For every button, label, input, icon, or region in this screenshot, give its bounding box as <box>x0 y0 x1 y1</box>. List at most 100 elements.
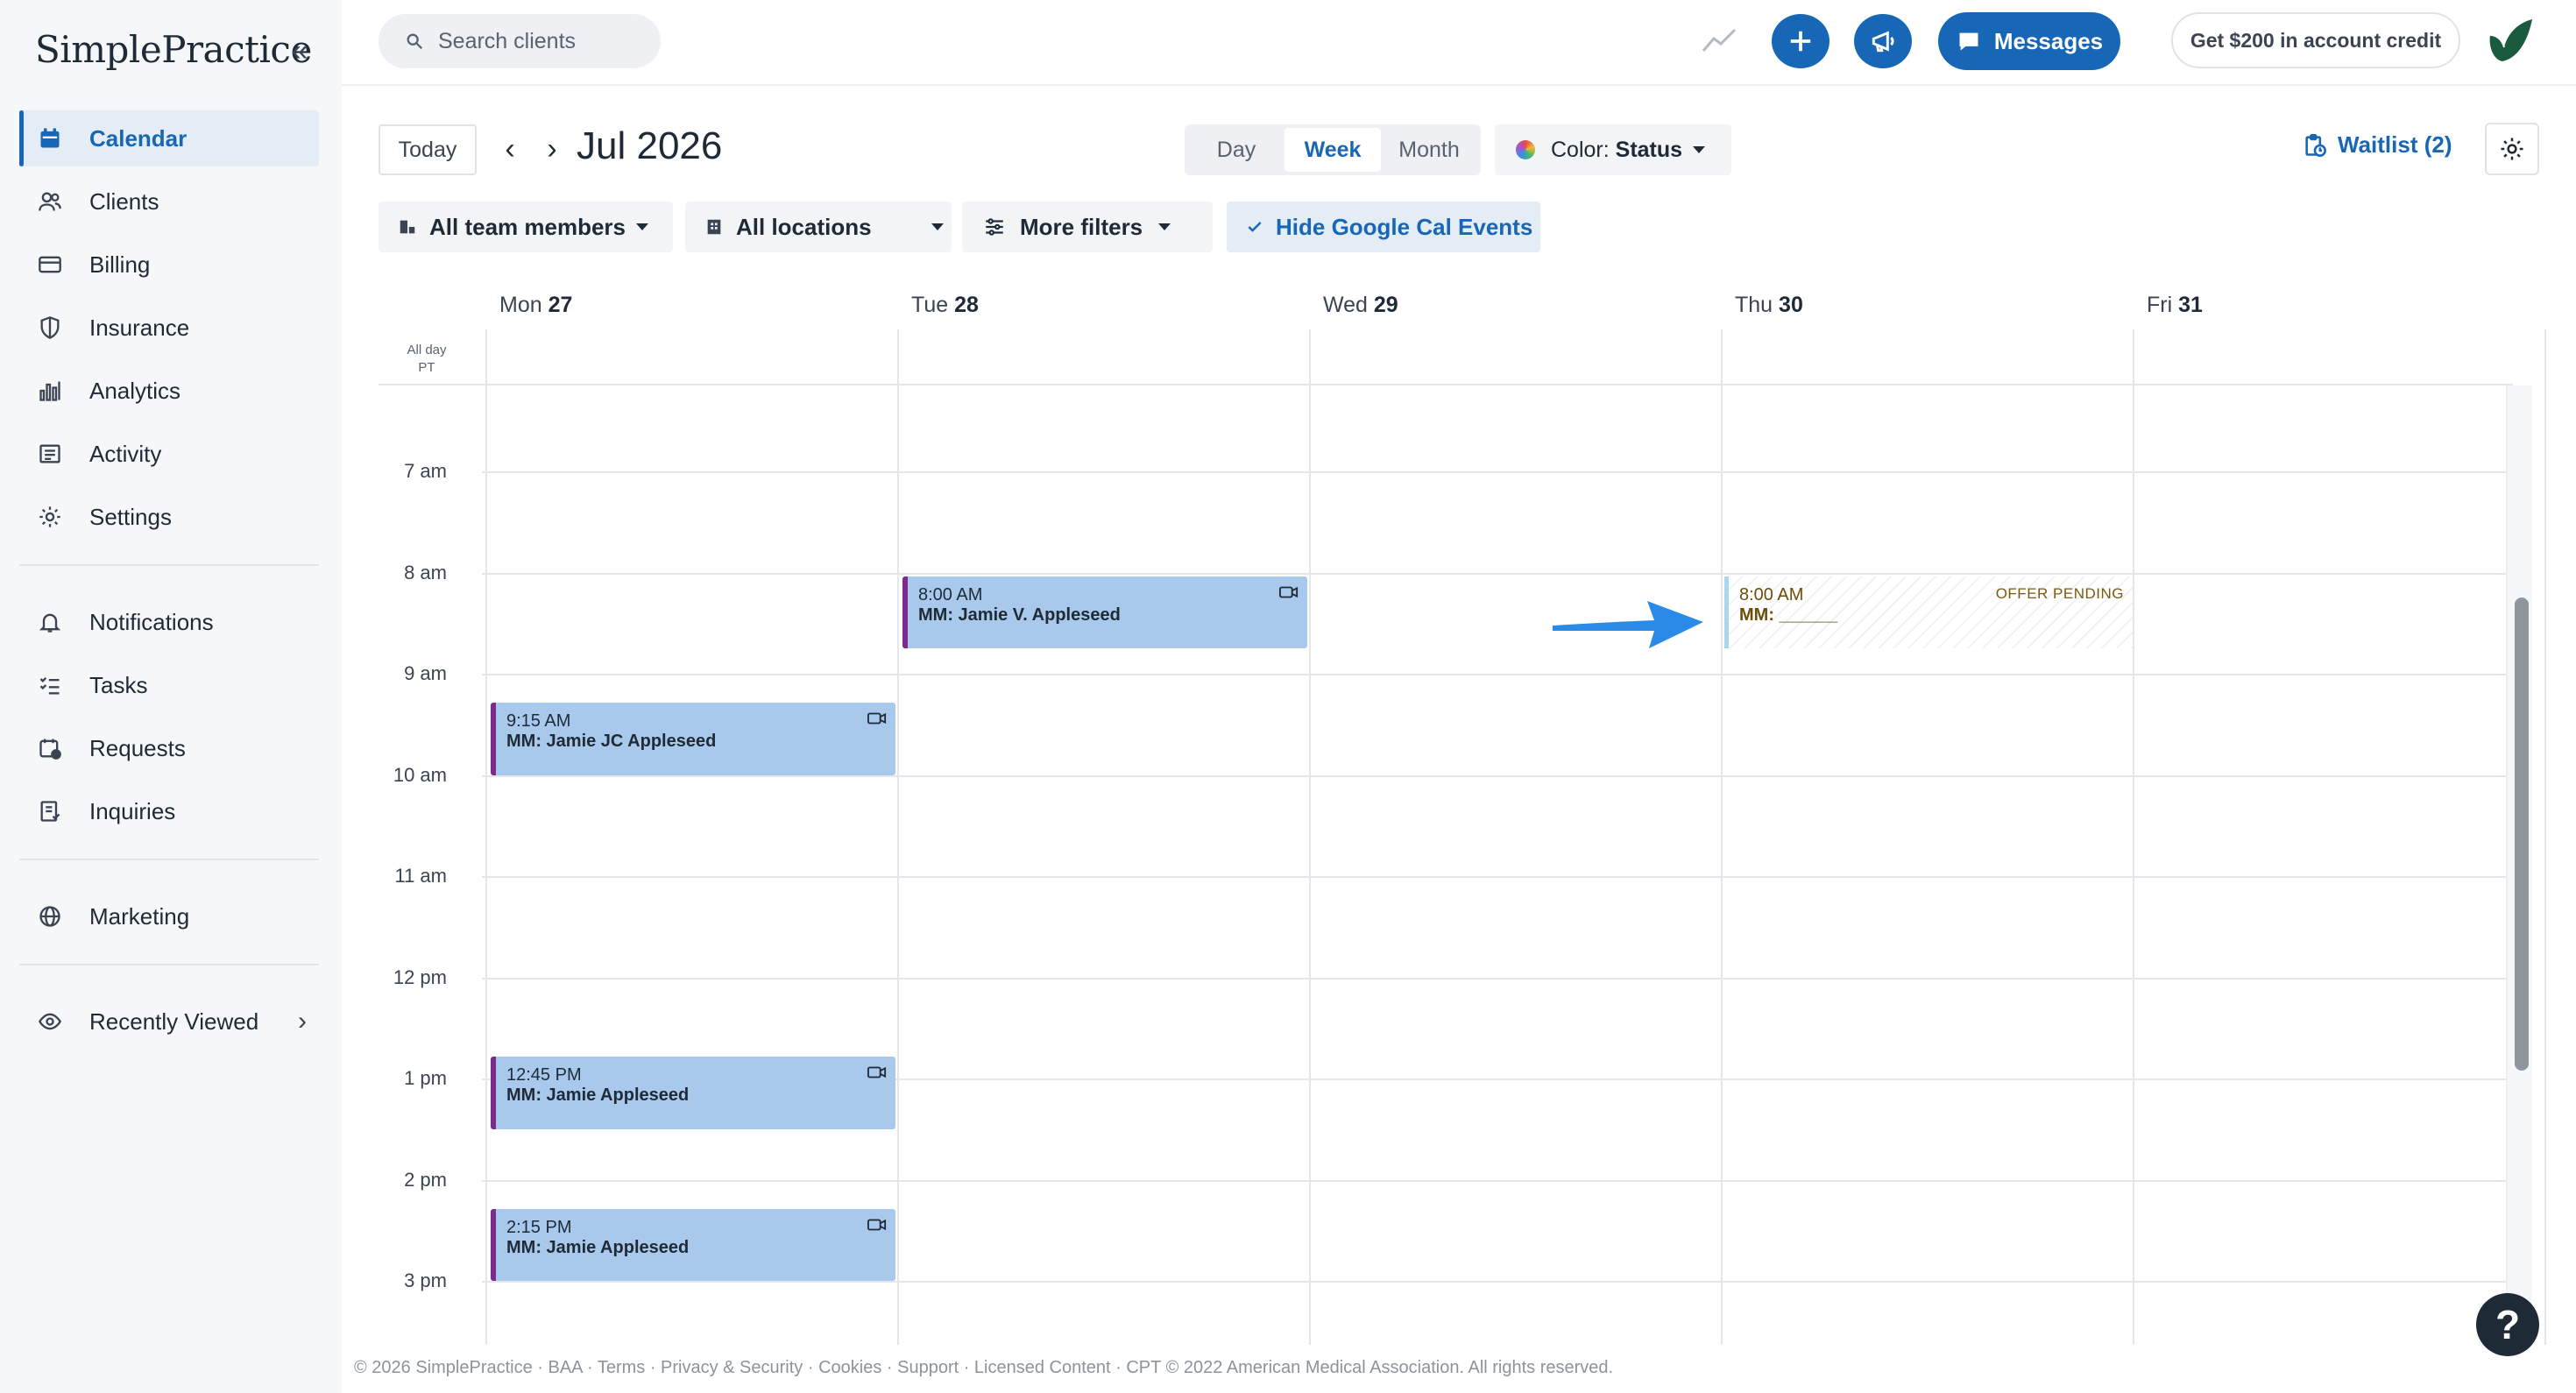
sidebar-item-insurance[interactable]: Insurance <box>19 300 319 356</box>
hour-line <box>482 1281 2506 1283</box>
sidebar-item-requests[interactable]: Requests <box>19 720 319 776</box>
view-week-button[interactable]: Week <box>1284 128 1381 172</box>
sidebar-item-settings[interactable]: Settings <box>19 489 319 545</box>
day-header-thu[interactable]: Thu 30 <box>1735 293 1803 318</box>
hour-label: 3 pm <box>404 1269 447 1292</box>
gear-icon <box>35 502 65 532</box>
day-header-fri[interactable]: Fri 31 <box>2147 293 2203 318</box>
sidebar-item-notifications[interactable]: Notifications <box>19 594 319 650</box>
period-title: Jul 2026 <box>577 124 723 167</box>
sidebar-divider <box>19 859 319 860</box>
hour-line <box>482 674 2506 676</box>
search-input[interactable] <box>438 28 648 54</box>
sidebar-item-marketing[interactable]: Marketing <box>19 888 319 944</box>
sidebar-item-label: Notifications <box>89 608 214 635</box>
sidebar-item-label: Inquiries <box>89 797 176 824</box>
sidebar-item-analytics[interactable]: Analytics <box>19 363 319 419</box>
scrollbar-thumb[interactable] <box>2515 598 2529 1071</box>
simplepractice-logo[interactable]: SimplePractice <box>35 28 312 71</box>
trend-icon[interactable] <box>1700 23 1738 58</box>
all-day-divider <box>379 384 2513 385</box>
pointer-arrow-icon <box>1553 600 1703 648</box>
credit-card-icon <box>35 250 65 279</box>
team-icon <box>400 220 415 234</box>
color-prefix: Color: <box>1551 137 1616 162</box>
bar-chart-icon <box>35 376 65 406</box>
appointment-event[interactable]: 9:15 AM MM: Jamie JC Appleseed <box>491 703 895 775</box>
hour-label: 2 pm <box>404 1168 447 1191</box>
hour-line <box>482 1179 2506 1182</box>
sidebar-item-label: Billing <box>89 251 151 278</box>
hour-label: 8 am <box>404 561 447 583</box>
event-time: 12:45 PM <box>506 1065 582 1085</box>
sidebar-item-label: Settings <box>89 503 172 530</box>
sidebar-item-calendar[interactable]: Calendar <box>19 110 319 166</box>
hide-google-events-toggle[interactable]: Hide Google Cal Events <box>1227 202 1540 252</box>
search-icon <box>407 33 423 50</box>
appointment-event[interactable]: 12:45 PM MM: Jamie Appleseed <box>491 1057 895 1129</box>
sidebar-item-inquiries[interactable]: Inquiries <box>19 783 319 839</box>
offer-pending-slot[interactable]: 8:00 AM MM: ______ OFFER PENDING <box>1724 576 2133 649</box>
waitlist-button[interactable]: Waitlist (2) <box>2303 131 2452 159</box>
view-toggle: Day Week Month <box>1185 124 1481 175</box>
shield-icon <box>35 313 65 343</box>
messages-button[interactable]: Messages <box>1938 12 2120 70</box>
sidebar-item-label: Marketing <box>89 902 190 930</box>
appointment-event[interactable]: 2:15 PM MM: Jamie Appleseed <box>491 1208 895 1282</box>
day-column-divider <box>897 329 899 1345</box>
day-header-wed[interactable]: Wed 29 <box>1323 293 1398 318</box>
sidebar-item-recently-viewed[interactable]: Recently Viewed › <box>19 993 319 1050</box>
sidebar-item-activity[interactable]: Activity <box>19 426 319 482</box>
day-column-divider <box>2544 329 2546 1345</box>
event-title: MM: Jamie Appleseed <box>506 1085 690 1106</box>
appointment-event[interactable]: 8:00 AM MM: Jamie V. Appleseed <box>902 576 1307 649</box>
view-day-button[interactable]: Day <box>1188 128 1284 172</box>
sidebar-nav: Calendar Clients Billing Insurance Analy… <box>19 110 319 1057</box>
gear-icon <box>2501 138 2523 160</box>
leaf-logo-icon[interactable] <box>2485 16 2536 67</box>
building-icon <box>707 219 721 235</box>
color-value: Status <box>1615 137 1683 162</box>
help-button[interactable]: ? <box>2476 1293 2539 1356</box>
search-box[interactable] <box>379 14 661 68</box>
sidebar-item-label: Tasks <box>89 671 148 698</box>
more-filters-label: More filters <box>1020 213 1143 240</box>
sidebar: SimplePractice « Calendar Clients Billin… <box>0 0 342 1393</box>
sliders-icon <box>986 218 1003 236</box>
calendar-settings-button[interactable] <box>2485 123 2539 175</box>
chat-icon <box>1959 32 1978 51</box>
offer-pending-badge: OFFER PENDING <box>1995 584 2124 602</box>
collapse-sidebar-icon[interactable]: « <box>282 33 317 68</box>
day-column-divider <box>1721 329 1723 1345</box>
announcements-button[interactable] <box>1854 14 1912 68</box>
event-time: 8:00 AM <box>918 584 983 605</box>
video-camera-icon <box>1279 586 1299 598</box>
sidebar-item-label: Recently Viewed <box>89 1008 259 1035</box>
day-header-tue[interactable]: Tue 28 <box>911 293 979 318</box>
offer-title: MM: ______ <box>1739 605 1838 625</box>
locations-filter[interactable]: All locations <box>685 202 952 252</box>
next-week-icon[interactable]: › <box>534 131 570 166</box>
video-camera-icon <box>867 712 887 725</box>
sidebar-item-billing[interactable]: Billing <box>19 237 319 293</box>
day-header-mon[interactable]: Mon 27 <box>499 293 572 318</box>
sidebar-divider <box>19 964 319 965</box>
calendar-icon <box>35 124 65 153</box>
add-button[interactable] <box>1772 14 1829 68</box>
team-members-label: All team members <box>429 213 626 240</box>
event-time: 2:15 PM <box>506 1217 572 1237</box>
today-button[interactable]: Today <box>379 124 477 175</box>
video-camera-icon <box>867 1219 887 1230</box>
account-credit-button[interactable]: Get $200 in account credit <box>2171 12 2460 68</box>
view-month-button[interactable]: Month <box>1381 128 1477 172</box>
sidebar-item-tasks[interactable]: Tasks <box>19 657 319 713</box>
more-filters-button[interactable]: More filters <box>962 202 1213 252</box>
team-members-filter[interactable]: All team members <box>379 202 673 252</box>
checklist-icon <box>35 670 65 700</box>
hour-line <box>482 471 2506 474</box>
clipboard-clock-icon <box>2305 133 2326 157</box>
sidebar-item-clients[interactable]: Clients <box>19 173 319 230</box>
color-by-dropdown[interactable]: Color: Status <box>1495 124 1731 175</box>
megaphone-icon <box>1872 31 1894 53</box>
previous-week-icon[interactable]: ‹ <box>492 131 527 166</box>
